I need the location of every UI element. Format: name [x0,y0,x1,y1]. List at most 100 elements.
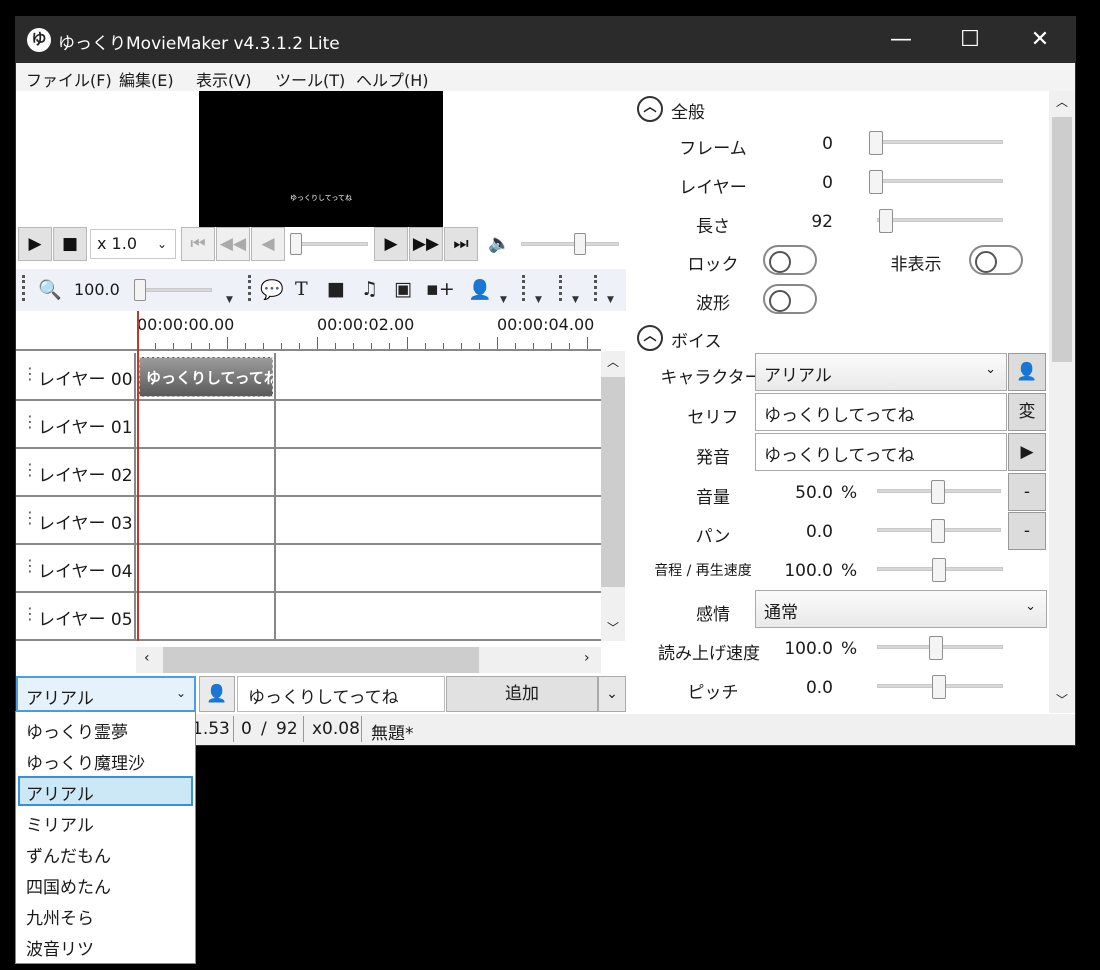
voice-character-select[interactable]: アリアル ⌄ [755,353,1007,391]
menu-view[interactable]: 表示(V) [196,67,251,91]
layer-row[interactable]: レイヤー 01 [16,401,601,449]
layer-row[interactable]: レイヤー 03 [16,497,601,545]
timeline-horizontal-scroll-thumb[interactable] [163,647,479,673]
character-option[interactable]: ゆっくり魔理沙 [18,745,193,775]
length-slider-thumb[interactable] [879,209,893,233]
menu-file[interactable]: ファイル(F) [26,67,112,91]
scroll-up-icon[interactable]: ︿ [607,353,619,370]
timeline-clip[interactable]: ゆっくりしてってね [139,357,273,397]
serif-input[interactable]: ゆっくりしてってね [237,676,445,712]
timeline-zoom-thumb[interactable] [134,279,146,301]
skip-to-end-button[interactable]: ⏭ [444,227,478,261]
properties-scroll-thumb[interactable] [1052,117,1072,362]
character-select[interactable]: アリアル ⌄ [16,676,196,712]
voice-settings-button[interactable]: 👤 [199,676,235,712]
timeline-vertical-scroll-thumb[interactable] [601,377,625,587]
layer-prop-value[interactable]: 0 [773,173,833,193]
next-frame-button[interactable]: ▶ [374,227,408,261]
scroll-down-icon[interactable]: ﹀ [607,619,619,636]
toolbar-overflow-arrow-icon[interactable]: ▼ [535,295,542,305]
volume-icon[interactable]: 🔈 [488,233,510,254]
toolbar-overflow-arrow-icon[interactable]: ▼ [607,295,614,305]
volume-slider-thumb[interactable] [574,233,586,255]
maximize-button[interactable]: ☐ [935,17,1005,63]
stop-button[interactable]: ■ [53,227,87,261]
pan-reset-button[interactable]: - [1008,512,1046,550]
character-options-arrow-icon[interactable]: ▼ [500,295,507,305]
toolbar-grip[interactable] [594,275,597,301]
layer-row[interactable]: レイヤー 02 [16,449,601,497]
frame-slider-track[interactable] [869,140,1003,144]
serif-field[interactable]: ゆっくりしてってね [755,393,1007,431]
emotion-select[interactable]: 通常 ⌄ [755,590,1047,628]
prev-frames-button[interactable]: ◀◀ [216,227,250,261]
toolbar-grip[interactable] [22,275,25,301]
volume-prop-slider-thumb[interactable] [931,480,945,504]
timeline-ruler[interactable]: 00:00:00.00 00:00:02.00 00:00:04.00 [16,311,601,351]
pitch-speed-value[interactable]: 100.0 [773,561,833,581]
scroll-down-icon[interactable]: ﹀ [1056,691,1068,708]
frame-value[interactable]: 0 [773,134,833,154]
add-button[interactable]: 追加 [446,676,598,712]
scroll-left-icon[interactable]: ‹ [144,650,150,666]
character-icon[interactable]: 👤 [468,278,492,301]
playback-speed-select[interactable]: x 1.0 ⌄ [90,229,176,259]
add-shape-icon[interactable]: ▪+ [426,278,455,300]
pronunciation-field[interactable]: ゆっくりしてってね [755,433,1007,471]
play-pronunciation-button[interactable]: ▶ [1008,433,1046,471]
toolbar-grip[interactable] [522,275,525,301]
menu-edit[interactable]: 編集(E) [119,67,174,91]
lock-toggle[interactable] [763,245,817,275]
waveform-toggle[interactable] [763,284,817,314]
add-audio-icon[interactable]: ♫ [361,278,378,300]
character-option[interactable]: ずんだもん [18,838,193,868]
toolbar-grip[interactable] [248,275,251,301]
collapse-voice-icon[interactable]: ︿ [637,325,663,351]
character-option[interactable]: 九州そら [18,900,193,930]
toolbar-overflow-arrow-icon[interactable]: ▼ [572,295,579,305]
playhead[interactable] [137,311,139,641]
hidden-toggle[interactable] [969,245,1023,275]
zoom-options-arrow-icon[interactable]: ▼ [226,295,233,305]
add-image-icon[interactable]: ▣ [394,278,412,300]
length-slider-track[interactable] [877,218,1003,222]
pitch-value[interactable]: 0.0 [773,678,833,698]
video-preview[interactable]: ゆっくりしてってね [199,91,443,227]
seek-slider-thumb[interactable] [290,233,302,255]
add-text-icon[interactable]: T [295,278,308,300]
scroll-right-icon[interactable]: › [584,650,590,666]
frame-slider-thumb[interactable] [869,131,883,155]
pitch-slider-thumb[interactable] [932,675,946,699]
character-option[interactable]: 四国めたん [18,869,193,899]
prev-frame-button[interactable]: ◀ [251,227,285,261]
layer-slider-track[interactable] [869,179,1003,183]
pitch-speed-slider-thumb[interactable] [932,558,946,582]
pan-value[interactable]: 0.0 [773,522,833,542]
add-speech-icon[interactable]: 💬 [260,278,284,301]
menu-help[interactable]: ヘルプ(H) [356,67,429,91]
properties-scrollbar[interactable]: ︿ ﹀ [1049,91,1075,713]
scroll-up-icon[interactable]: ︿ [1056,93,1068,110]
character-option[interactable]: アリアル [18,776,193,806]
collapse-general-icon[interactable]: ︿ [637,96,663,122]
volume-value[interactable]: 50.0 [773,483,833,503]
volume-slider-track[interactable] [521,242,619,246]
close-button[interactable]: ✕ [1005,17,1075,63]
toolbar-grip[interactable] [559,275,562,301]
skip-to-start-button[interactable]: ⏮ [181,227,215,261]
character-option[interactable]: ゆっくり霊夢 [18,714,193,744]
length-value[interactable]: 92 [773,212,833,232]
add-video-icon[interactable]: ■ [327,278,345,300]
next-frames-button[interactable]: ▶▶ [409,227,443,261]
menu-tools[interactable]: ツール(T) [275,67,345,91]
layer-slider-thumb[interactable] [869,170,883,194]
add-options-button[interactable]: ⌄ [598,676,626,712]
character-option[interactable]: 波音リツ [18,931,193,961]
convert-button[interactable]: 変 [1008,393,1046,431]
layer-row[interactable]: レイヤー 04 [16,545,601,593]
timeline-horizontal-scrollbar[interactable]: ‹ › [136,647,601,673]
layer-row[interactable]: レイヤー 05 [16,593,601,641]
minimize-button[interactable]: — [866,17,936,63]
voice-settings-button[interactable]: 👤 [1008,353,1046,391]
layer-row[interactable]: レイヤー 00 ゆっくりしてってね [16,353,601,401]
